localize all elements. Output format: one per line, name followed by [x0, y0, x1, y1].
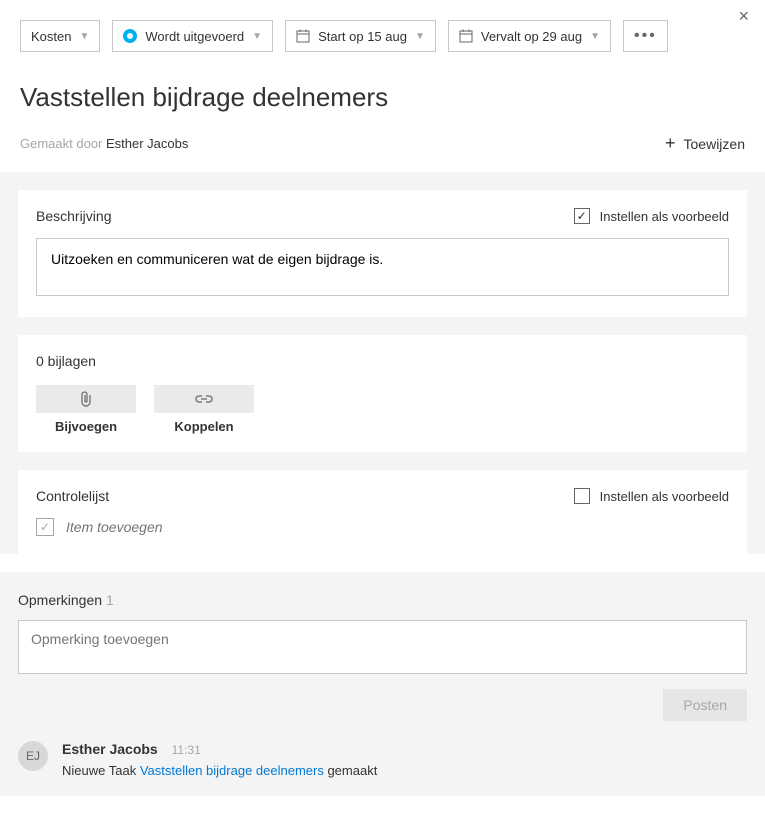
description-input[interactable]	[36, 238, 729, 296]
paperclip-icon	[79, 391, 93, 407]
link-icon	[195, 394, 213, 404]
checklist-panel: Controlelijst Instellen als voorbeeld	[18, 470, 747, 554]
status-progress-icon	[123, 29, 137, 43]
checkbox-checked-icon	[574, 208, 590, 224]
task-title[interactable]: Vaststellen bijdrage deelnemers	[20, 82, 745, 113]
activity-time: 11:31	[172, 743, 201, 757]
due-date-label: Vervalt op 29 aug	[481, 29, 582, 44]
activity-msg-suffix: gemaakt	[324, 763, 377, 778]
checklist-add-input[interactable]	[66, 519, 366, 535]
activity-author: Esther Jacobs	[62, 741, 158, 757]
toolbar: Kosten ▼ Wordt uitgevoerd ▼ Start op 15 …	[0, 0, 765, 64]
checklist-heading: Controlelijst	[36, 488, 109, 504]
assign-button[interactable]: + Toewijzen	[665, 133, 745, 154]
avatar: EJ	[18, 741, 48, 771]
comments-area: Opmerkingen 1 Posten EJ Esther Jacobs 11…	[0, 572, 765, 796]
bucket-label: Kosten	[31, 29, 71, 44]
chevron-down-icon: ▼	[415, 31, 425, 42]
attach-file-button[interactable]	[36, 385, 136, 413]
post-comment-button[interactable]: Posten	[663, 689, 747, 721]
calendar-icon	[296, 29, 310, 43]
plus-icon: +	[665, 133, 676, 154]
chevron-down-icon: ▼	[79, 31, 89, 42]
chevron-down-icon: ▼	[252, 31, 262, 42]
checklist-example-toggle[interactable]: Instellen als voorbeeld	[574, 488, 729, 504]
attachments-panel: 0 bijlagen Bijvoegen Koppelen	[18, 335, 747, 452]
assign-label: Toewijzen	[684, 136, 745, 152]
activity-item: EJ Esther Jacobs 11:31 Nieuwe Taak Vasts…	[18, 741, 747, 778]
attach-link-label: Koppelen	[154, 419, 254, 434]
chevron-down-icon: ▼	[590, 31, 600, 42]
comments-count: 1	[106, 592, 114, 608]
status-dropdown[interactable]: Wordt uitgevoerd ▼	[112, 20, 273, 52]
ellipsis-icon: •••	[634, 27, 657, 45]
comments-heading-row: Opmerkingen 1	[18, 592, 747, 608]
meta-row: Gemaakt door Esther Jacobs + Toewijzen	[0, 119, 765, 172]
activity-msg-prefix: Nieuwe Taak	[62, 763, 140, 778]
attach-file-label: Bijvoegen	[36, 419, 136, 434]
description-heading: Beschrijving	[36, 208, 111, 224]
activity-message: Nieuwe Taak Vaststellen bijdrage deelnem…	[62, 763, 377, 778]
activity-msg-link[interactable]: Vaststellen bijdrage deelnemers	[140, 763, 324, 778]
title-area: Vaststellen bijdrage deelnemers	[0, 64, 765, 119]
close-button[interactable]: ×	[732, 4, 755, 29]
comments-heading: Opmerkingen	[18, 592, 102, 608]
checkbox-unchecked-icon	[574, 488, 590, 504]
checklist-item-checkbox[interactable]	[36, 518, 54, 536]
due-date-dropdown[interactable]: Vervalt op 29 aug ▼	[448, 20, 611, 52]
comment-input[interactable]	[18, 620, 747, 674]
created-by-name: Esther Jacobs	[106, 136, 188, 151]
description-panel: Beschrijving Instellen als voorbeeld	[18, 172, 747, 317]
bucket-dropdown[interactable]: Kosten ▼	[20, 20, 100, 52]
start-date-label: Start op 15 aug	[318, 29, 407, 44]
description-example-toggle[interactable]: Instellen als voorbeeld	[574, 208, 729, 224]
start-date-dropdown[interactable]: Start op 15 aug ▼	[285, 20, 436, 52]
created-by-prefix: Gemaakt door	[20, 136, 106, 151]
checklist-example-label: Instellen als voorbeeld	[600, 489, 729, 504]
attachments-count: 0 bijlagen	[36, 353, 729, 369]
calendar-icon	[459, 29, 473, 43]
description-example-label: Instellen als voorbeeld	[600, 209, 729, 224]
created-by: Gemaakt door Esther Jacobs	[20, 136, 188, 151]
attach-link-button[interactable]	[154, 385, 254, 413]
more-options-button[interactable]: •••	[623, 20, 668, 52]
status-label: Wordt uitgevoerd	[145, 29, 244, 44]
